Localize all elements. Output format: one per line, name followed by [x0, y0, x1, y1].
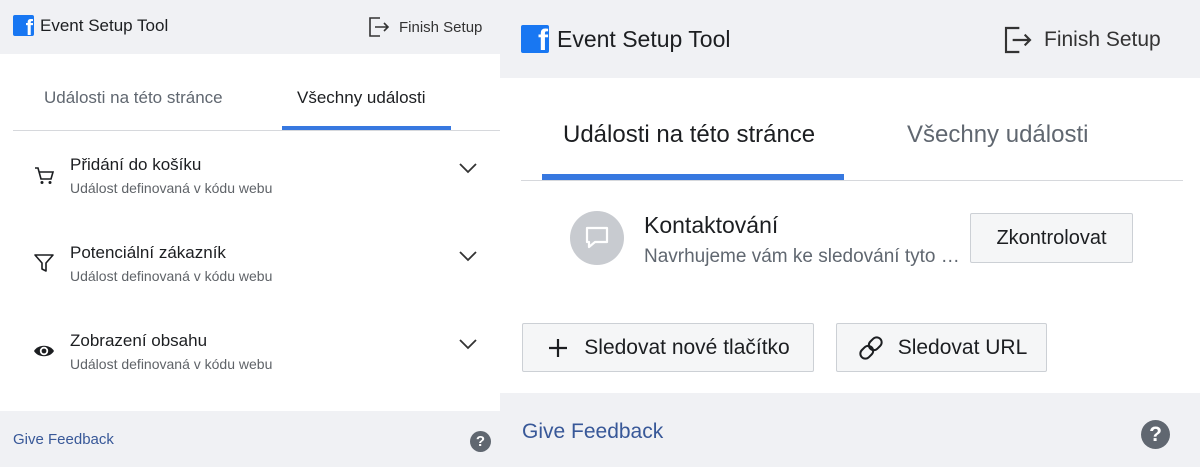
- tab-events-on-page[interactable]: Události na této stránce: [44, 88, 223, 108]
- tab-divider: [13, 130, 500, 131]
- header-bar: f Event Setup Tool Finish Setup: [500, 0, 1200, 78]
- finish-setup-button[interactable]: Finish Setup: [1002, 24, 1161, 56]
- chevron-down-icon[interactable]: [458, 161, 478, 175]
- event-subtitle: Událost definovaná v kódu webu: [70, 356, 273, 372]
- plus-icon: [549, 338, 568, 357]
- finish-setup-button[interactable]: Finish Setup: [367, 15, 482, 39]
- active-tab-indicator: [542, 174, 844, 180]
- tab-all-events[interactable]: Všechny události: [297, 88, 426, 108]
- finish-setup-label: Finish Setup: [399, 18, 483, 36]
- footer-bar: Give Feedback ?: [0, 411, 500, 467]
- event-title: Zobrazení obsahu: [70, 331, 208, 350]
- track-url-button-label: Sledovat URL: [897, 335, 1028, 359]
- track-url-button[interactable]: Sledovat URL: [836, 323, 1047, 372]
- give-feedback-link[interactable]: Give Feedback: [522, 420, 663, 444]
- track-new-button[interactable]: Sledovat nové tlačítko: [522, 323, 814, 372]
- exit-icon: [1004, 26, 1032, 54]
- cart-icon: [35, 167, 55, 184]
- suggested-event-avatar: [570, 211, 624, 265]
- facebook-logo: f: [521, 25, 549, 53]
- help-icon[interactable]: ?: [1141, 420, 1170, 449]
- review-button-label: Zkontrolovat: [996, 226, 1107, 249]
- event-title: Přidání do košíku: [70, 155, 202, 174]
- event-row-view-content[interactable]: Zobrazení obsahu Událost definovaná v kó…: [0, 331, 500, 411]
- event-title: Potenciální zákazník: [70, 243, 226, 262]
- suggested-event-subtitle: Navrhujeme vám ke sledování tyto událost…: [644, 246, 970, 267]
- event-subtitle: Událost definovaná v kódu webu: [70, 180, 273, 196]
- event-row-lead[interactable]: Potenciální zákazník Událost definovaná …: [0, 243, 500, 323]
- give-feedback-link[interactable]: Give Feedback: [13, 431, 114, 448]
- event-row-add-to-cart[interactable]: Přidání do košíku Událost definovaná v k…: [0, 155, 500, 235]
- suggested-event-title: Kontaktování: [644, 212, 779, 238]
- footer-bar: Give Feedback ?: [500, 393, 1200, 467]
- track-new-button-label: Sledovat nové tlačítko: [584, 335, 790, 359]
- speech-bubble-icon: [585, 226, 609, 249]
- chevron-down-icon[interactable]: [458, 337, 478, 351]
- event-subtitle: Událost definovaná v kódu webu: [70, 268, 273, 284]
- chevron-down-icon[interactable]: [458, 249, 478, 263]
- right-panel: f Event Setup Tool Finish Setup Události…: [500, 0, 1200, 467]
- filter-icon: [34, 254, 54, 272]
- app-title: Event Setup Tool: [557, 26, 731, 52]
- tab-all-events[interactable]: Všechny události: [907, 121, 1088, 149]
- exit-icon: [369, 17, 390, 37]
- active-tab-indicator: [282, 126, 451, 130]
- help-icon[interactable]: ?: [470, 431, 491, 452]
- app-title: Event Setup Tool: [40, 16, 169, 35]
- header-bar: f Event Setup Tool Finish Setup: [0, 0, 500, 54]
- tab-events-on-page[interactable]: Události na této stránce: [563, 121, 815, 149]
- tab-divider: [521, 180, 1183, 181]
- facebook-logo: f: [13, 15, 34, 36]
- eye-icon: [34, 345, 54, 357]
- link-icon: [859, 335, 883, 360]
- left-panel: f Event Setup Tool Finish Setup Události…: [0, 0, 500, 467]
- finish-setup-label: Finish Setup: [1044, 28, 1161, 51]
- review-button[interactable]: Zkontrolovat: [970, 213, 1133, 263]
